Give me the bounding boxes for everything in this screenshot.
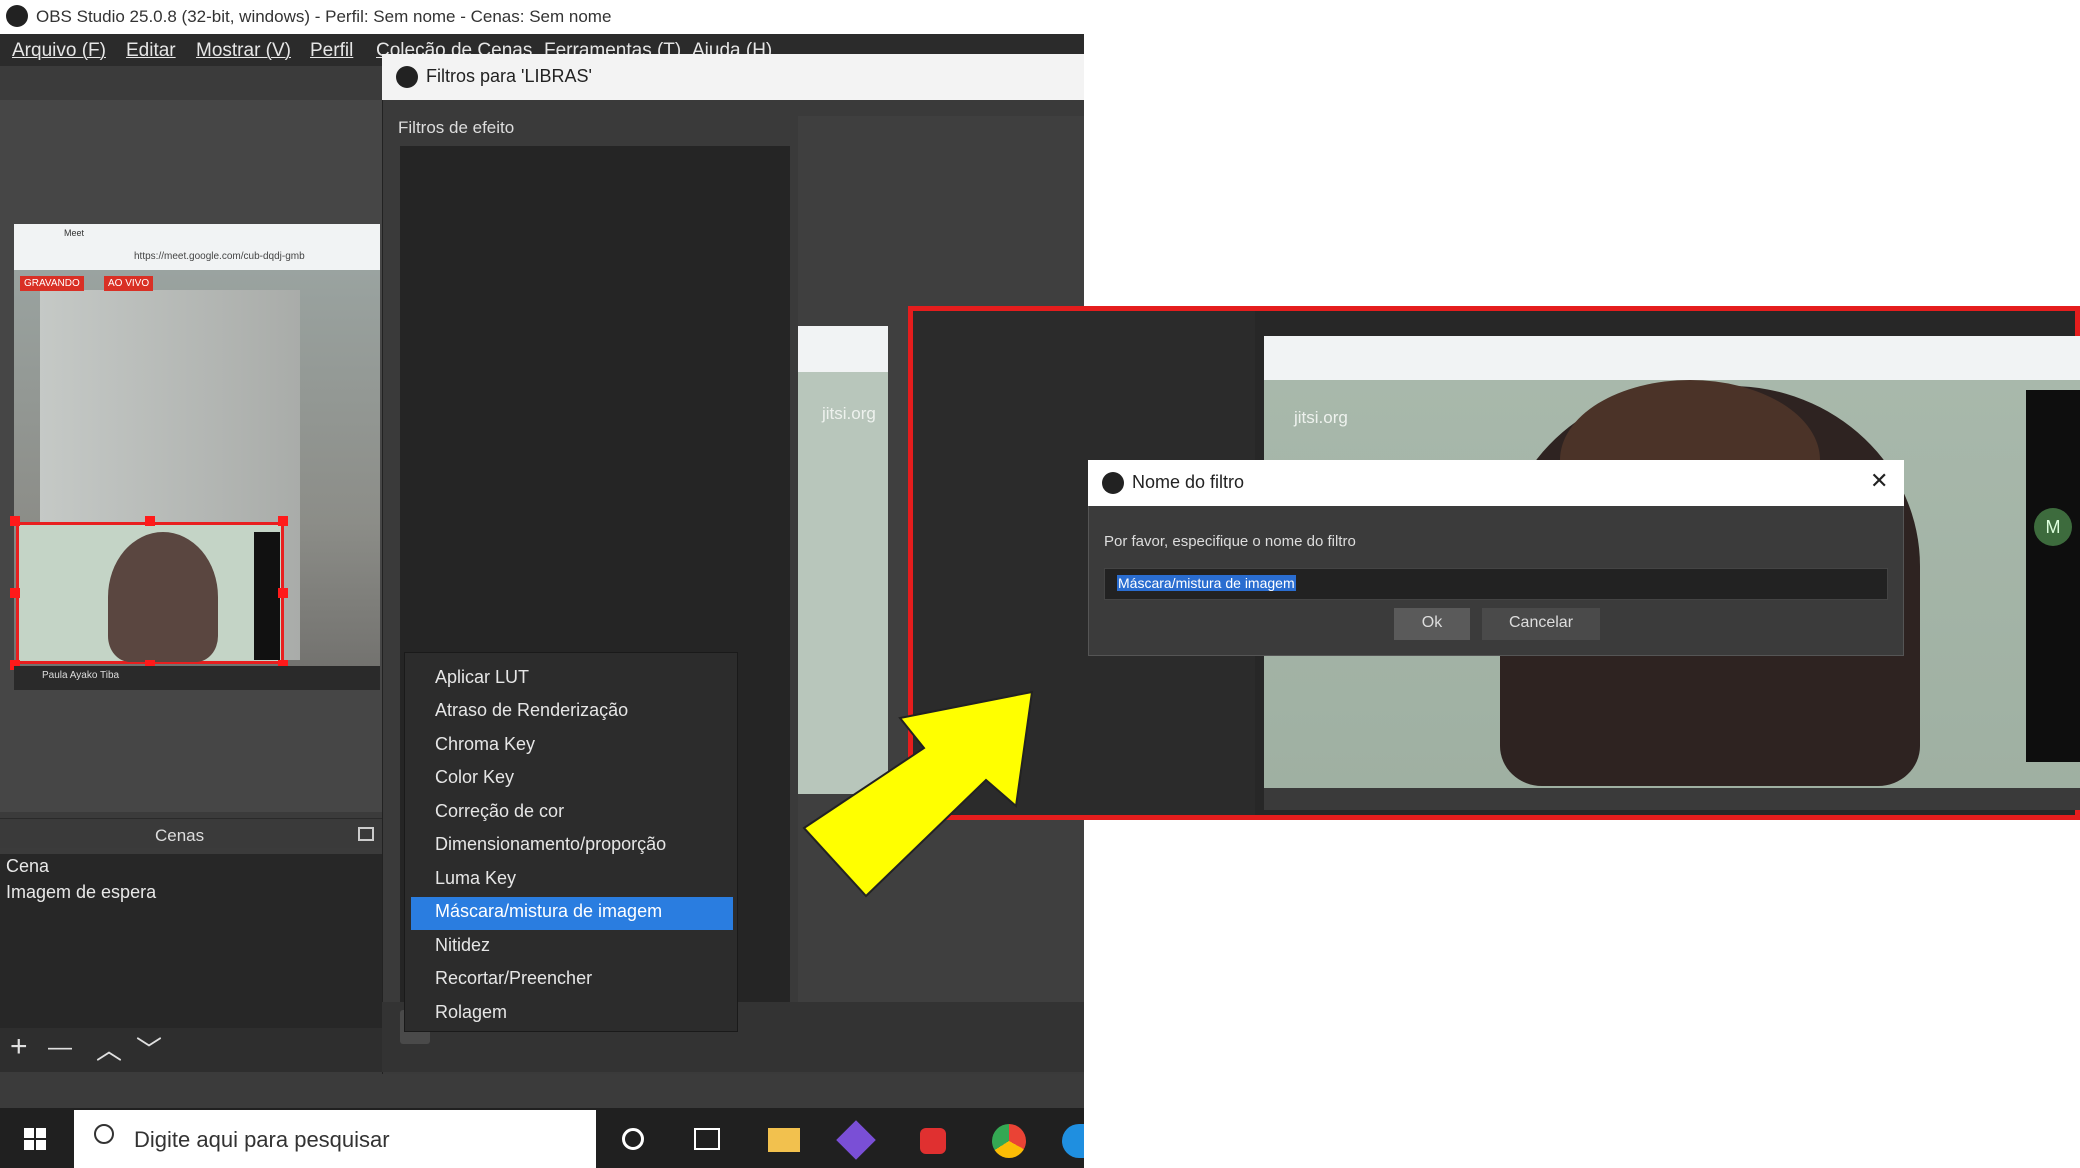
windows-start-icon[interactable] [24,1128,46,1150]
annotation-arrow-icon [802,690,1034,898]
screen-recorder-icon[interactable] [920,1128,946,1154]
preview-browser-bar [798,326,888,372]
ok-button[interactable]: Ok [1394,608,1470,640]
scenes-title: Cenas [155,826,205,845]
obs-logo-icon [1102,472,1124,494]
menu-item-dimensionamento[interactable]: Dimensionamento/proporção [405,830,737,863]
preview-browser-bar: Meet https://meet.google.com/cub-dqdj-gm… [14,224,380,270]
resize-handle[interactable] [10,588,20,598]
preview-browser-tab: Meet [64,228,85,238]
cortana-icon[interactable] [622,1128,644,1150]
recording-badge: GRAVANDO [20,276,84,291]
move-down-button[interactable]: ﹀ [136,1030,162,1067]
resize-handle[interactable] [145,516,155,526]
undock-icon[interactable] [358,827,374,841]
inset-bottom-strip [1264,788,2080,810]
filters-dialog-titlebar: Filtros para 'LIBRAS' [382,54,1084,100]
menu-item-recortar-preencher[interactable]: Recortar/Preencher [405,964,737,997]
menu-editar[interactable]: Editar [126,40,176,62]
obs-logo-icon [396,66,418,88]
task-view-icon[interactable] [694,1128,720,1150]
menu-item-aplicar-lut[interactable]: Aplicar LUT [405,663,737,696]
filters-dialog-title: Filtros para 'LIBRAS' [426,66,592,86]
taskbar-search[interactable]: Digite aqui para pesquisar [74,1110,596,1168]
window-titlebar: OBS Studio 25.0.8 (32-bit, windows) - Pe… [0,0,1084,34]
file-explorer-icon[interactable] [768,1128,800,1152]
menu-item-rolagem[interactable]: Rolagem [405,998,737,1031]
jitsi-watermark: jitsi.org [1294,408,1348,427]
menu-item-mascara-mistura[interactable]: Máscara/mistura de imagem [411,897,733,930]
scenes-panel-header: Cenas [0,818,384,848]
menu-perfil[interactable]: Perfil [310,40,353,62]
move-up-button[interactable]: ︿ [96,1030,122,1067]
scenes-list [0,854,384,1028]
filter-name-dialog-titlebar: Nome do filtro ✕ [1088,460,1904,506]
add-filter-context-menu: Aplicar LUT Atraso de Renderização Chrom… [404,652,738,1032]
menu-mostrar[interactable]: Mostrar (V) [196,40,291,62]
filter-name-dialog-title: Nome do filtro [1132,472,1245,492]
menu-item-nitidez[interactable]: Nitidez [405,931,737,964]
scene-item[interactable]: Imagem de espera [6,882,156,903]
add-scene-button[interactable]: + [10,1030,28,1064]
inset-browser-bar [1264,336,2080,380]
window-title: OBS Studio 25.0.8 (32-bit, windows) - Pe… [36,7,612,26]
menu-arquivo[interactable]: Arquivo (F) [12,40,106,62]
menu-item-luma-key[interactable]: Luma Key [405,864,737,897]
search-placeholder: Digite aqui para pesquisar [134,1127,390,1152]
participant-avatar: M [2034,508,2072,546]
cancel-button[interactable]: Cancelar [1482,608,1600,640]
close-icon[interactable]: ✕ [1870,468,1888,494]
interpreter-figure [108,532,218,662]
inset-participant-strip: M [2026,390,2080,762]
resize-handle[interactable] [10,516,20,526]
obs-logo-icon [6,5,28,27]
chrome-icon[interactable] [992,1124,1026,1158]
remove-scene-button[interactable]: — [48,1034,72,1062]
menu-item-chroma-key[interactable]: Chroma Key [405,730,737,763]
menu-item-correcao-de-cor[interactable]: Correção de cor [405,797,737,830]
menu-item-color-key[interactable]: Color Key [405,763,737,796]
live-badge: AO VIVO [104,276,154,291]
search-icon [94,1124,114,1144]
resize-handle[interactable] [278,588,288,598]
menu-item-atraso-renderizacao[interactable]: Atraso de Renderização [405,696,737,729]
effect-filters-label: Filtros de efeito [398,118,515,137]
resize-handle[interactable] [278,516,288,526]
pip-participant-strip [254,532,280,660]
jitsi-watermark: jitsi.org [822,404,876,423]
preview-browser-url: https://meet.google.com/cub-dqdj-gmb [134,251,305,262]
scene-item[interactable]: Cena [6,856,49,877]
filter-name-input[interactable]: Máscara/mistura de imagem [1104,568,1888,600]
filter-name-prompt: Por favor, especifique o nome do filtro [1104,533,1356,550]
participant-caption: Paula Ayako Tiba [14,666,380,690]
filter-name-value: Máscara/mistura de imagem [1117,575,1296,591]
